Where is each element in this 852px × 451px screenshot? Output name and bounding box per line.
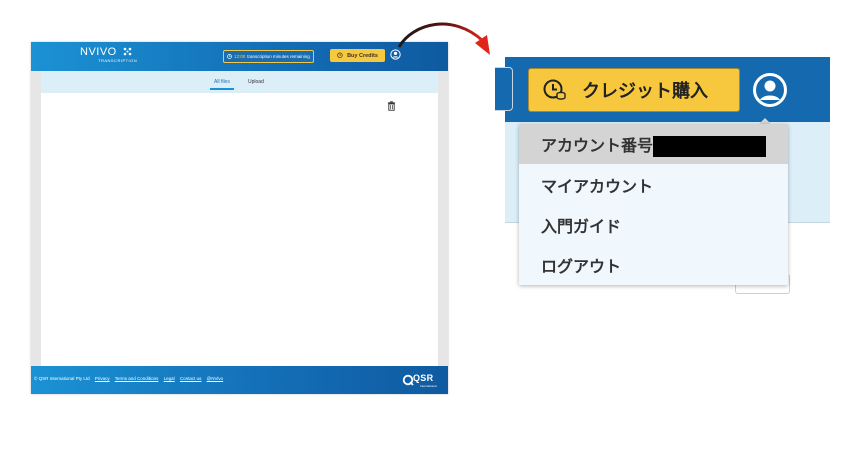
- app-footer: © QSR International Pty Ltd Privacy Term…: [31, 366, 448, 394]
- buy-credits-button[interactable]: Buy Credits: [330, 49, 385, 62]
- app-window-thumbnail: NVIVO TRANSCRIPTION 13:00 transcription …: [31, 42, 448, 394]
- menu-item-my-account[interactable]: マイアカウント: [519, 165, 788, 205]
- brand-name: NVIVO: [80, 46, 117, 58]
- user-avatar-icon[interactable]: [752, 72, 788, 108]
- footer-link-nvivo[interactable]: @NVivo: [207, 376, 224, 381]
- qsr-logo-subtitle: International: [420, 384, 437, 388]
- file-tabs: All files Upload: [41, 71, 438, 93]
- menu-item-label: 入門ガイド: [541, 217, 622, 236]
- menu-item-label: アカウント番号: [541, 136, 654, 155]
- qsr-logo: QSR International: [402, 372, 442, 390]
- trash-icon[interactable]: [387, 101, 396, 111]
- nvivo-logo-icon: [123, 47, 132, 56]
- footer-link-privacy[interactable]: Privacy: [95, 376, 110, 381]
- footer-link-legal[interactable]: Legal: [164, 376, 175, 381]
- clock-icon: [227, 54, 232, 59]
- buy-credits-label: クレジット購入: [582, 81, 708, 102]
- qsr-logo-text: QSR: [413, 373, 434, 383]
- footer-links: © QSR International Pty Ltd Privacy Term…: [34, 376, 227, 381]
- menu-item-logout[interactable]: ログアウト: [519, 245, 788, 285]
- footer-link-terms[interactable]: Terms and Conditions: [115, 376, 159, 381]
- credits-time: 13:00: [234, 54, 246, 59]
- app-header: NVIVO TRANSCRIPTION 13:00 transcription …: [31, 42, 448, 71]
- clock-coins-icon: [543, 79, 566, 100]
- redacted-account-number: [653, 136, 766, 157]
- footer-link-contact[interactable]: Contact us: [180, 376, 202, 381]
- menu-item-label: ログアウト: [541, 257, 622, 276]
- buy-credits-button-zoomed[interactable]: クレジット購入: [528, 68, 740, 112]
- copyright-text: © QSR International Pty Ltd: [34, 376, 90, 381]
- tab-all-files[interactable]: All files: [210, 79, 234, 90]
- menu-item-label: マイアカウント: [541, 177, 654, 196]
- credits-remaining: 13:00 transcription minutes remaining: [223, 50, 314, 63]
- buy-credits-label: Buy Credits: [347, 52, 378, 59]
- menu-item-getting-started[interactable]: 入門ガイド: [519, 205, 788, 245]
- brand-logo: NVIVO TRANSCRIPTION: [80, 46, 137, 63]
- credits-text: transcription minutes remaining: [247, 54, 310, 59]
- tab-upload[interactable]: Upload: [248, 79, 264, 85]
- zoomed-credits-box-edge: [495, 67, 513, 111]
- curved-arrow-icon: [397, 22, 490, 55]
- file-list-area: [41, 93, 438, 366]
- brand-subtitle: TRANSCRIPTION: [98, 58, 138, 63]
- clock-coins-icon: [337, 52, 343, 58]
